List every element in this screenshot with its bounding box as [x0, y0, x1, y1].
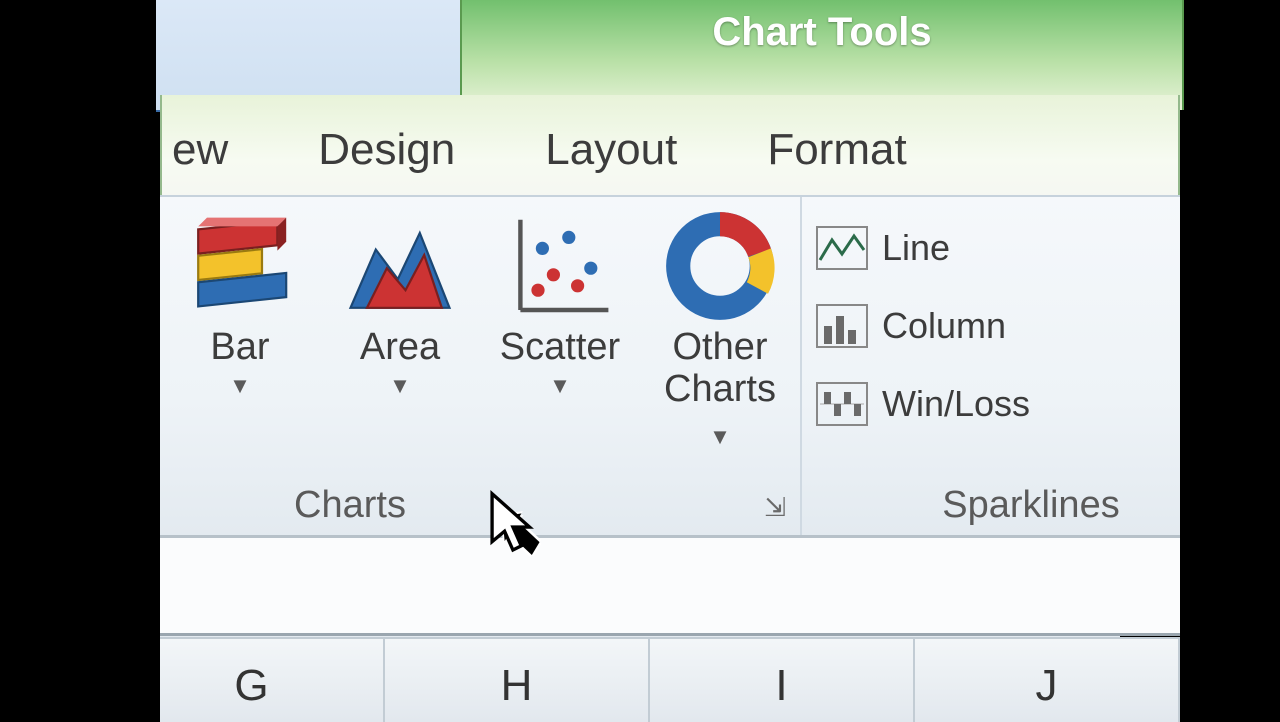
sparkline-column-icon: [816, 304, 868, 348]
bar-chart-icon: [185, 211, 295, 321]
ribbon: Bar ▼ Area ▼: [160, 195, 1180, 539]
tab-format[interactable]: Format: [767, 125, 906, 175]
formula-bar[interactable]: [160, 535, 1180, 636]
sparkline-line-label: Line: [882, 227, 950, 269]
scatter-chart-icon: [505, 211, 615, 321]
dialog-launcher-icon[interactable]: ⇲: [764, 492, 786, 523]
ribbon-tabs: ew Design Layout Format: [160, 95, 1180, 205]
sparkline-winloss-icon: [816, 382, 868, 426]
sparkline-column-button[interactable]: Column: [812, 287, 1180, 365]
tab-layout[interactable]: Layout: [545, 125, 677, 175]
group-label-sparklines: Sparklines: [802, 484, 1220, 527]
ribbon-group-charts: Bar ▼ Area ▼: [160, 197, 802, 537]
column-header[interactable]: H: [385, 639, 650, 722]
dropdown-caret-icon: ▼: [709, 424, 731, 449]
other-charts-button[interactable]: Other Charts ▼: [645, 211, 795, 454]
column-header[interactable]: G: [120, 639, 385, 722]
mouse-cursor-icon: [490, 490, 540, 560]
column-header[interactable]: J: [915, 639, 1180, 722]
area-chart-button[interactable]: Area ▼: [325, 211, 475, 454]
dropdown-caret-icon: ▼: [325, 373, 475, 399]
contextual-tab-chart-tools: Chart Tools: [460, 0, 1184, 110]
bar-chart-label: Bar: [165, 327, 315, 369]
app-window: Chart Tools ew Design Layout Format: [160, 0, 1120, 720]
contextual-tab-title: Chart Tools: [462, 10, 1182, 55]
sparkline-winloss-label: Win/Loss: [882, 383, 1030, 425]
tab-design[interactable]: Design: [318, 125, 455, 175]
sparkline-winloss-button[interactable]: Win/Loss: [812, 365, 1180, 443]
sparkline-line-icon: [816, 226, 868, 270]
sparkline-column-label: Column: [882, 305, 1006, 347]
ribbon-group-sparklines: Line Column: [802, 197, 1180, 537]
column-headers: G H I J: [160, 637, 1180, 722]
other-charts-label: Other Charts: [645, 327, 795, 411]
dropdown-caret-icon: ▼: [485, 373, 635, 399]
sparkline-line-button[interactable]: Line: [812, 209, 1180, 287]
scatter-chart-button[interactable]: Scatter ▼: [485, 211, 635, 454]
area-chart-label: Area: [325, 327, 475, 369]
tab-view-partial[interactable]: ew: [172, 125, 228, 175]
dropdown-caret-icon: ▼: [165, 373, 315, 399]
bar-chart-button[interactable]: Bar ▼: [165, 211, 315, 454]
donut-chart-icon: [665, 211, 775, 321]
area-chart-icon: [345, 211, 455, 321]
scatter-chart-label: Scatter: [485, 327, 635, 369]
column-header[interactable]: I: [650, 639, 915, 722]
group-label-charts: Charts: [30, 484, 670, 527]
